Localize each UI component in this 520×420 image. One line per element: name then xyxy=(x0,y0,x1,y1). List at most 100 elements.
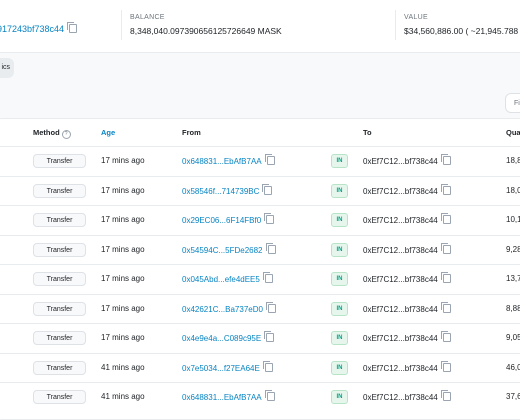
copy-icon[interactable] xyxy=(440,242,451,254)
age-cell: 17 mins ago xyxy=(101,185,145,195)
to-cell: 0xEf7C12...bf738c44 xyxy=(363,242,451,255)
from-cell: 0x54594C...5FDe2682 xyxy=(182,242,276,255)
to-address: 0xEf7C12...bf738c44 xyxy=(363,363,438,373)
from-address-link[interactable]: 0x42621C...Ba737eD0 xyxy=(182,305,263,314)
to-address: 0xEf7C12...bf738c44 xyxy=(363,275,438,284)
method-badge[interactable]: Transfer xyxy=(33,183,86,198)
column-header-age[interactable]: Age xyxy=(101,128,115,137)
copy-icon[interactable] xyxy=(265,242,276,254)
method-badge[interactable]: Transfer xyxy=(33,272,86,286)
from-address-link[interactable]: 0x045Abd...efe4dEE5 xyxy=(182,275,260,284)
quantity-cell: 10,1 xyxy=(506,215,520,224)
from-address-link[interactable]: 0x29EC06...6F14FBf0 xyxy=(182,216,261,225)
from-address-link[interactable]: 0x4e9e4a...C089c95E xyxy=(182,334,261,343)
age-cell: 17 mins ago xyxy=(101,156,145,165)
direction-in-badge: IN xyxy=(331,183,348,198)
age-cell: 17 mins ago xyxy=(101,274,145,283)
table-row: Transfer 17 mins ago 0x58546f...714739BC IN… xyxy=(0,175,520,207)
contract-address-link[interactable]: 917243bf738c44 xyxy=(0,24,64,34)
from-cell: 0x045Abd...efe4dEE5 xyxy=(182,272,273,284)
direction-in-badge: IN xyxy=(331,272,348,286)
direction-in-badge: IN xyxy=(331,213,348,227)
copy-icon[interactable] xyxy=(67,22,78,33)
table-row: Transfer 17 mins ago 0x29EC06...6F14FBf0 IN… xyxy=(0,205,520,236)
method-badge[interactable]: Transfer xyxy=(33,301,86,316)
value-amount: $34,560,886.00 ( ~21,945.788 xyxy=(404,26,519,36)
from-cell: 0x42621C...Ba737eD0 xyxy=(182,301,276,314)
to-cell: 0xEf7C12...bf738c44 xyxy=(363,183,451,196)
column-header-from: From xyxy=(182,128,201,137)
copy-icon[interactable] xyxy=(440,183,451,195)
column-header-method: Method? xyxy=(33,128,71,139)
direction-in-badge: IN xyxy=(331,301,348,316)
to-cell: 0xEf7C12...bf738c44 xyxy=(363,331,451,343)
from-cell: 0x648831...EbAfB7AA xyxy=(182,154,275,166)
method-badge[interactable]: Transfer xyxy=(33,213,86,227)
from-cell: 0x4e9e4a...C089c95E xyxy=(182,331,275,343)
from-address-link[interactable]: 0x648831...EbAfB7AA xyxy=(182,157,262,166)
copy-icon[interactable] xyxy=(440,213,451,224)
table-row: Transfer 17 mins ago 0x42621C...Ba737eD0 IN… xyxy=(0,293,520,325)
copy-icon[interactable] xyxy=(264,331,275,342)
from-cell: 0x7e5034...f27EA64E xyxy=(182,360,273,373)
quantity-cell: 46,0 xyxy=(506,362,520,372)
method-header-label: Method xyxy=(33,128,60,137)
copy-icon[interactable] xyxy=(440,154,451,165)
table-row: Transfer 17 mins ago 0x54594C...5FDe2682 IN… xyxy=(0,234,520,266)
method-badge[interactable]: Transfer xyxy=(33,242,86,257)
quantity-cell: 8,88 xyxy=(506,303,520,313)
copy-icon[interactable] xyxy=(264,213,275,224)
method-badge[interactable]: Transfer xyxy=(33,360,86,375)
direction-in-badge: IN xyxy=(331,242,348,257)
divider xyxy=(395,10,396,40)
copy-icon[interactable] xyxy=(262,360,273,372)
age-cell: 17 mins ago xyxy=(101,244,145,254)
direction-in-badge: IN xyxy=(331,154,348,168)
info-icon[interactable]: ? xyxy=(61,130,71,139)
method-badge[interactable]: Transfer xyxy=(33,154,86,168)
filter-button[interactable]: Fi xyxy=(505,93,520,113)
direction-in-badge: IN xyxy=(331,390,348,404)
from-cell: 0x29EC06...6F14FBf0 xyxy=(182,213,275,225)
quantity-cell: 9,28 xyxy=(506,244,520,254)
to-cell: 0xEf7C12...bf738c44 xyxy=(363,360,451,373)
token-overview-bar: 917243bf738c44 BALANCE 8,348,040.0973906… xyxy=(0,0,520,53)
copy-icon[interactable] xyxy=(262,183,273,195)
table-row: Transfer 17 mins ago 0x4e9e4a...C089c95E IN… xyxy=(0,323,520,354)
to-address: 0xEf7C12...bf738c44 xyxy=(363,304,438,314)
value-label: VALUE xyxy=(404,14,428,21)
copy-icon[interactable] xyxy=(440,360,451,372)
copy-icon[interactable] xyxy=(262,272,273,283)
to-address: 0xEf7C12...bf738c44 xyxy=(363,334,438,343)
from-address-link[interactable]: 0x54594C...5FDe2682 xyxy=(182,246,263,255)
divider xyxy=(121,10,122,40)
from-address-link[interactable]: 0x58546f...714739BC xyxy=(182,187,259,196)
to-address: 0xEf7C12...bf738c44 xyxy=(363,186,438,196)
to-cell: 0xEf7C12...bf738c44 xyxy=(363,301,451,314)
table-row: Transfer 17 mins ago 0x648831...EbAfB7AA IN… xyxy=(0,146,520,177)
method-badge[interactable]: Transfer xyxy=(33,390,86,404)
copy-icon[interactable] xyxy=(440,331,451,342)
to-address: 0xEf7C12...bf738c44 xyxy=(363,157,438,166)
copy-icon[interactable] xyxy=(264,154,275,165)
tab-analytics[interactable]: ics xyxy=(0,58,14,78)
quantity-cell: 18,0 xyxy=(506,185,520,195)
contract-address-row: 917243bf738c44 xyxy=(0,22,78,34)
from-address-link[interactable]: 0x7e5034...f27EA64E xyxy=(182,364,260,373)
from-cell: 0x648831...EbAfB7AA xyxy=(182,390,275,402)
quantity-cell: 13,7 xyxy=(506,274,520,283)
balance-value: 8,348,040.097390656125726649 MASK xyxy=(130,26,282,36)
table-row: Transfer 41 mins ago 0x648831...EbAfB7AA IN… xyxy=(0,382,520,413)
balance-label: BALANCE xyxy=(130,14,165,21)
to-cell: 0xEf7C12...bf738c44 xyxy=(363,154,451,166)
table-row: Transfer 17 mins ago 0x045Abd...efe4dEE5 IN… xyxy=(0,264,520,295)
copy-icon[interactable] xyxy=(265,301,276,313)
method-badge[interactable]: Transfer xyxy=(33,331,86,345)
direction-in-badge: IN xyxy=(331,360,348,375)
to-address: 0xEf7C12...bf738c44 xyxy=(363,393,438,402)
copy-icon[interactable] xyxy=(440,301,451,313)
from-address-link[interactable]: 0x648831...EbAfB7AA xyxy=(182,393,262,402)
copy-icon[interactable] xyxy=(440,272,451,283)
to-address: 0xEf7C12...bf738c44 xyxy=(363,216,438,225)
to-cell: 0xEf7C12...bf738c44 xyxy=(363,390,451,402)
